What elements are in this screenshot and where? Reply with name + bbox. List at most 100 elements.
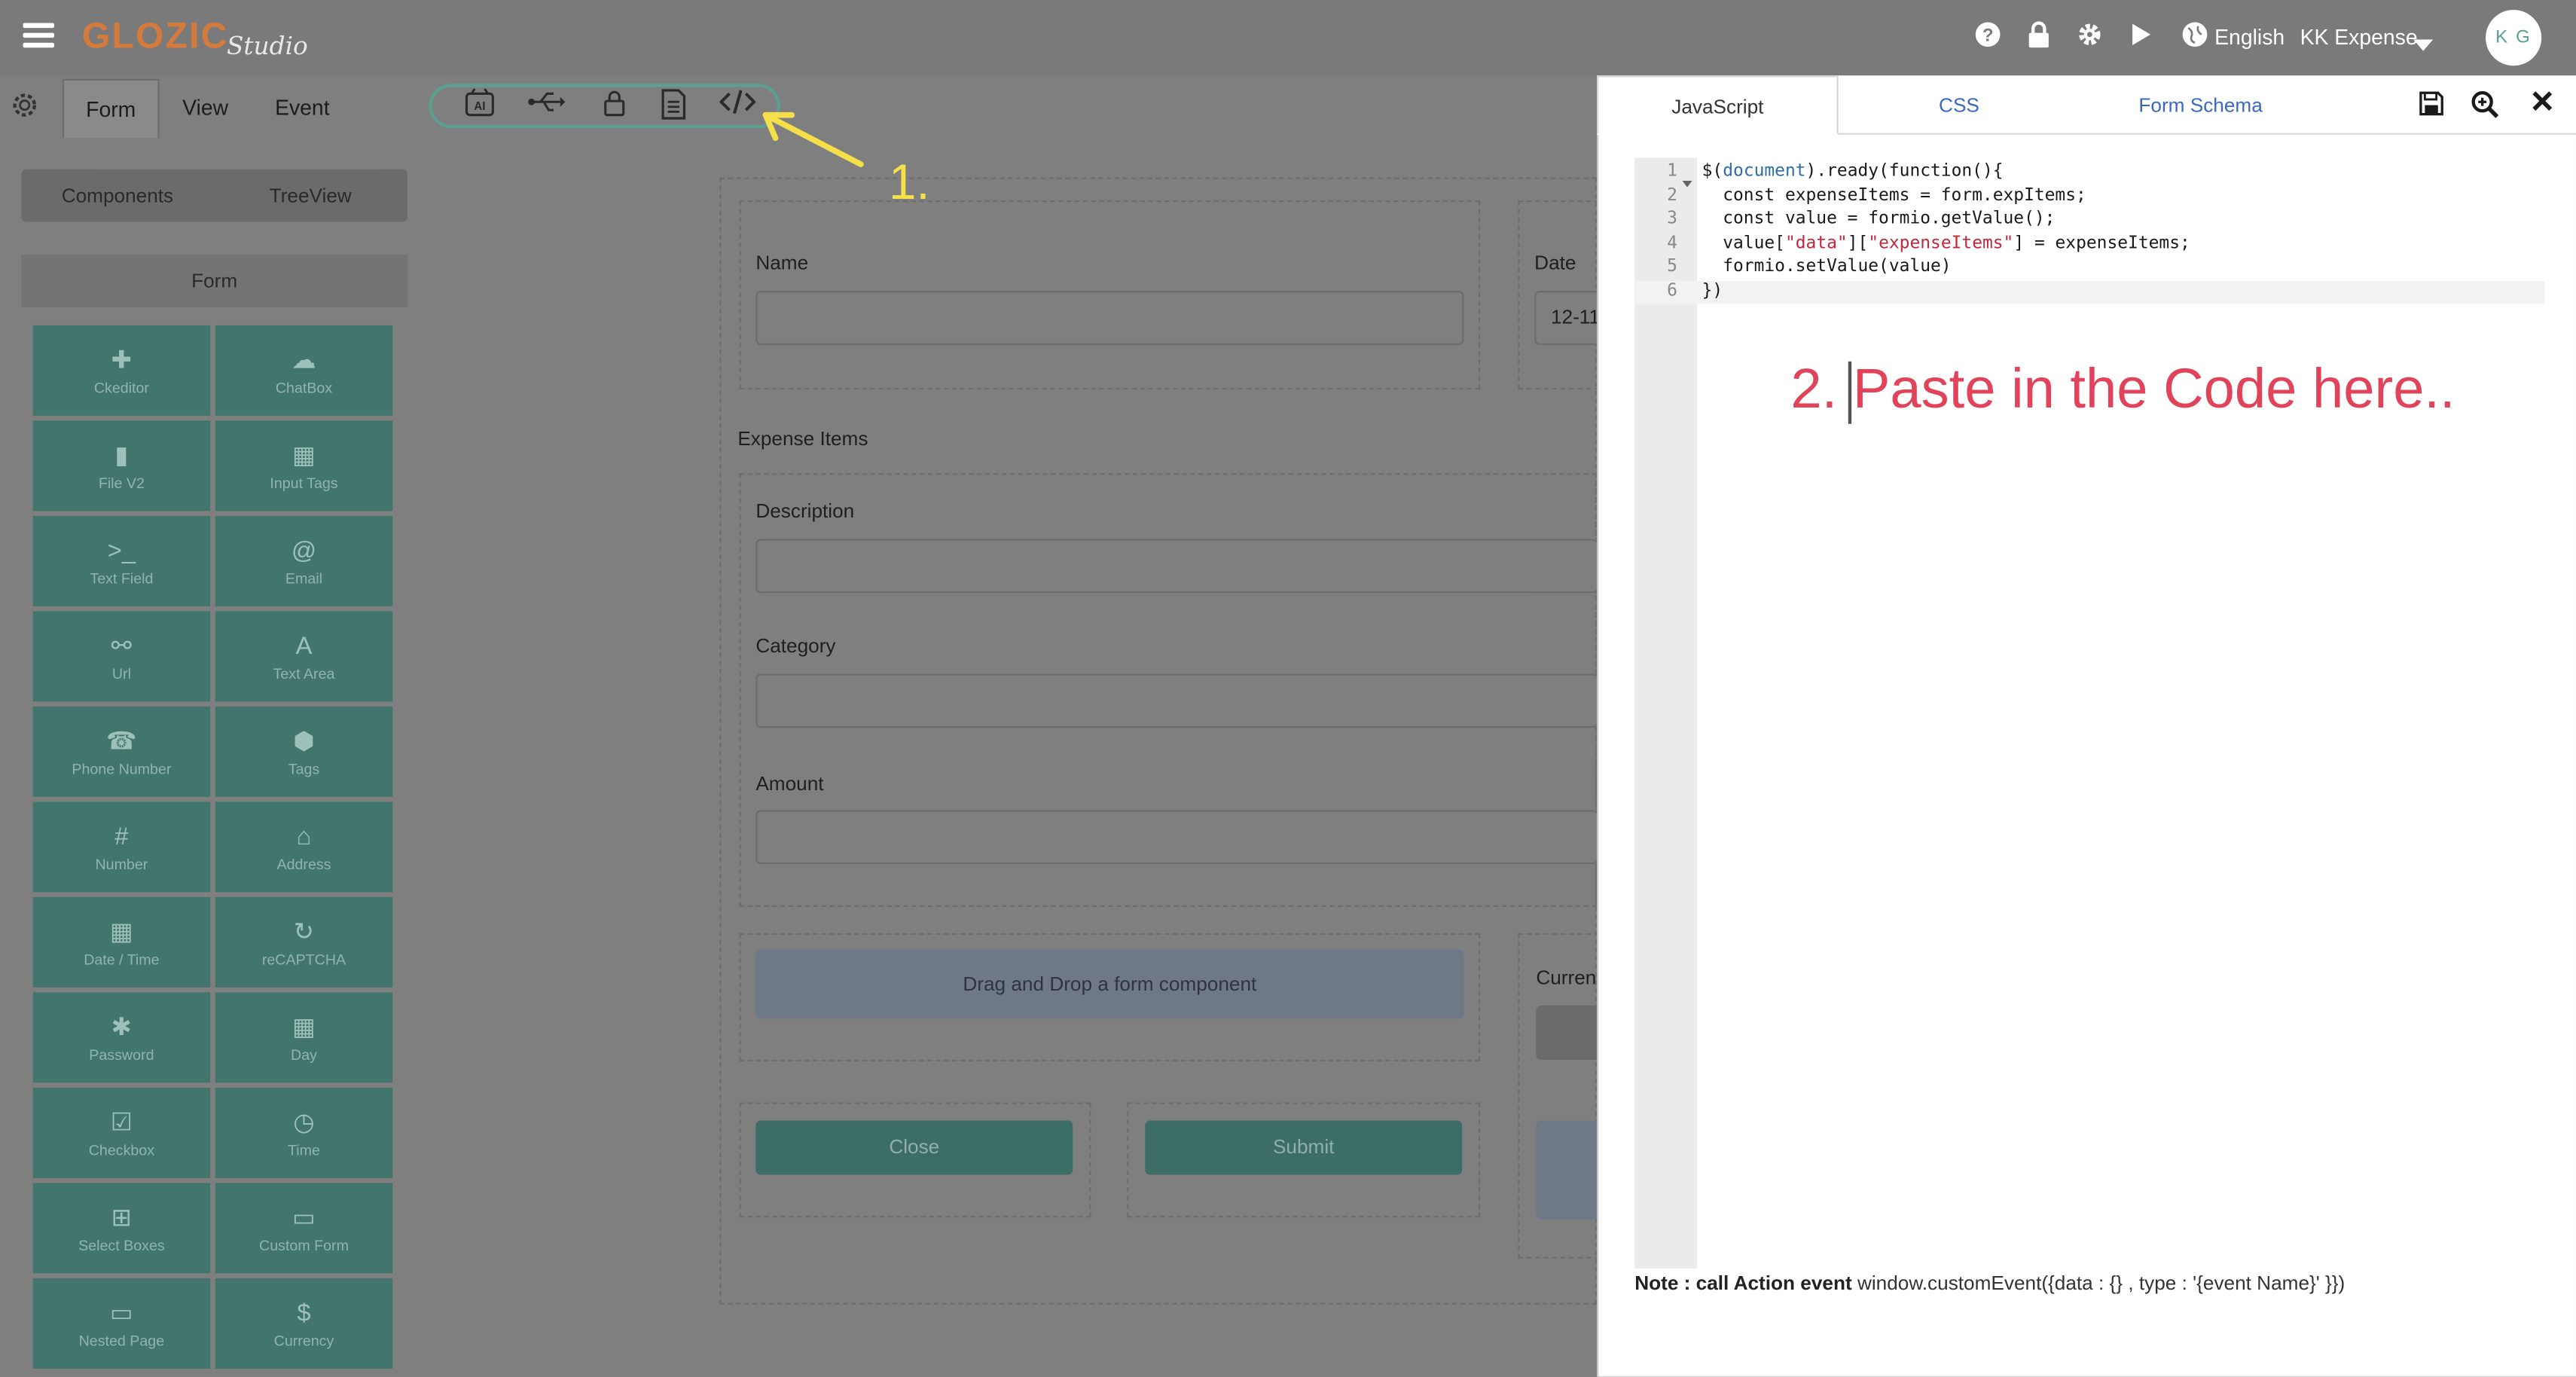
component-tile[interactable]: $ Currency [215, 1278, 393, 1369]
component-icon: ⌂ [296, 823, 312, 851]
component-tile[interactable]: ▭ Nested Page [32, 1278, 211, 1369]
close-button[interactable]: Close [755, 1120, 1073, 1175]
lock-icon[interactable] [2022, 21, 2056, 54]
component-tile[interactable]: ▦ Day [215, 992, 393, 1083]
tab-view[interactable]: View [166, 79, 245, 139]
date-input[interactable]: 12-11 [1534, 291, 1601, 346]
code-panel-tabs: JavaScript CSS Form Schema [1597, 75, 2576, 135]
code-line: value["data"]["expenseItems"] = expenseI… [1702, 231, 2190, 255]
description-input[interactable] [755, 539, 1598, 594]
amount-input[interactable] [755, 810, 1598, 865]
component-icon: ▦ [109, 918, 133, 947]
description-label: Description [755, 499, 855, 523]
tab-css[interactable]: CSS [1839, 75, 2080, 135]
amount-label: Amount [755, 772, 824, 795]
caret-down-icon[interactable] [2413, 31, 2434, 51]
save-icon[interactable] [2416, 90, 2446, 120]
tab-components[interactable]: Components [21, 169, 213, 222]
component-label: Email [285, 569, 323, 587]
settings-gear-icon[interactable] [10, 90, 39, 120]
event-note: Note : call Action event window.customEv… [1634, 1272, 2345, 1295]
submit-button[interactable]: Submit [1145, 1120, 1463, 1175]
code-token: $( [1702, 160, 1723, 181]
component-label: Date / Time [84, 951, 160, 968]
zoom-icon[interactable] [2469, 90, 2498, 120]
component-label: Nested Page [78, 1332, 165, 1349]
lock-icon[interactable] [595, 89, 634, 125]
component-tile[interactable]: ▭ Custom Form [215, 1183, 393, 1274]
brand-subtitle: Studio [226, 31, 308, 61]
component-label: Day [291, 1046, 317, 1064]
line-number: 5 [1667, 257, 1677, 277]
component-tile[interactable]: ✚ Ckeditor [32, 325, 211, 416]
avatar[interactable]: K G [2486, 10, 2542, 66]
component-tile[interactable]: A Text Area [215, 611, 393, 702]
component-label: Text Area [273, 665, 335, 682]
tab-form[interactable]: Form [62, 78, 160, 139]
usb-icon[interactable] [527, 89, 566, 125]
close-icon[interactable] [2527, 90, 2556, 120]
currency-label: Curren [1536, 966, 1597, 990]
component-tile[interactable]: ☁ ChatBox [215, 325, 393, 416]
currency-drop-zone[interactable] [1536, 1120, 1598, 1220]
component-icon: ⬢ [293, 728, 315, 756]
component-icon: ☎ [106, 728, 137, 756]
component-icon: A [295, 632, 313, 661]
component-tile[interactable]: ▦ Date / Time [32, 896, 211, 988]
component-label: Phone Number [72, 760, 172, 777]
currency-input[interactable] [1536, 1005, 1598, 1060]
component-tile[interactable]: ⌂ Address [215, 801, 393, 893]
component-tile[interactable]: ⬢ Tags [215, 706, 393, 797]
project-selector[interactable]: KK Expense [2300, 21, 2418, 54]
language-selector[interactable]: English [2214, 21, 2285, 54]
component-tile[interactable]: ⚯ Url [32, 611, 211, 702]
component-tile[interactable]: ▮ File V2 [32, 420, 211, 511]
code-line: const expenseItems = form.expItems; [1702, 185, 2086, 205]
component-icon: ▦ [292, 441, 316, 470]
component-tile[interactable]: ⊞ Select Boxes [32, 1183, 211, 1274]
component-tile[interactable]: @ Email [215, 515, 393, 606]
component-tile[interactable]: ☎ Phone Number [32, 706, 211, 797]
component-tile[interactable]: ▦ Input Tags [215, 420, 393, 511]
component-icon: >_ [107, 537, 136, 566]
play-icon[interactable] [2124, 21, 2157, 54]
gear-icon[interactable] [2074, 21, 2107, 54]
component-icon: ⚯ [111, 632, 133, 661]
menu-icon[interactable] [23, 23, 54, 50]
component-tile[interactable]: >_ Text Field [32, 515, 211, 606]
date-label: Date [1534, 251, 1576, 275]
document-icon[interactable] [654, 89, 693, 125]
component-tile[interactable]: ☑ Checkbox [32, 1087, 211, 1178]
category-input[interactable] [755, 673, 1598, 728]
help-icon[interactable]: ? [1971, 21, 2004, 54]
fold-icon[interactable] [1682, 167, 1692, 188]
component-label: Url [111, 665, 131, 682]
code-editor[interactable] [1697, 157, 2545, 1269]
active-line-highlight [1634, 280, 2545, 304]
line-number: 6 [1667, 280, 1677, 301]
component-tile[interactable]: # Number [32, 801, 211, 893]
code-icon[interactable] [718, 89, 757, 125]
name-input[interactable] [755, 291, 1464, 346]
component-label: Password [89, 1046, 154, 1064]
component-tile[interactable]: ✱ Password [32, 992, 211, 1083]
component-icon: ⊞ [111, 1204, 133, 1232]
tab-event[interactable]: Event [260, 79, 345, 139]
line-number: 2 [1667, 185, 1677, 205]
component-label: Currency [273, 1332, 334, 1349]
ai-icon[interactable]: AI [460, 87, 499, 125]
component-label: Custom Form [259, 1237, 349, 1254]
code-line: $(document).ready(function(){ [1702, 160, 2004, 184]
svg-text:AI: AI [474, 100, 485, 113]
code-token: value[ [1702, 233, 1785, 253]
component-label: Ckeditor [93, 379, 149, 396]
component-tile[interactable]: ◷ Time [215, 1087, 393, 1178]
code-line: formio.setValue(value) [1702, 257, 1952, 277]
drop-zone[interactable]: Drag and Drop a form component [755, 949, 1464, 1019]
tab-form-schema[interactable]: Form Schema [2080, 75, 2321, 135]
component-tile[interactable]: ↻ reCAPTCHA [215, 896, 393, 988]
code-line: const value = formio.getValue(); [1702, 209, 2056, 229]
section-header-form[interactable]: Form [21, 255, 407, 307]
tab-javascript[interactable]: JavaScript [1597, 75, 1839, 135]
tab-treeview[interactable]: TreeView [214, 169, 407, 222]
